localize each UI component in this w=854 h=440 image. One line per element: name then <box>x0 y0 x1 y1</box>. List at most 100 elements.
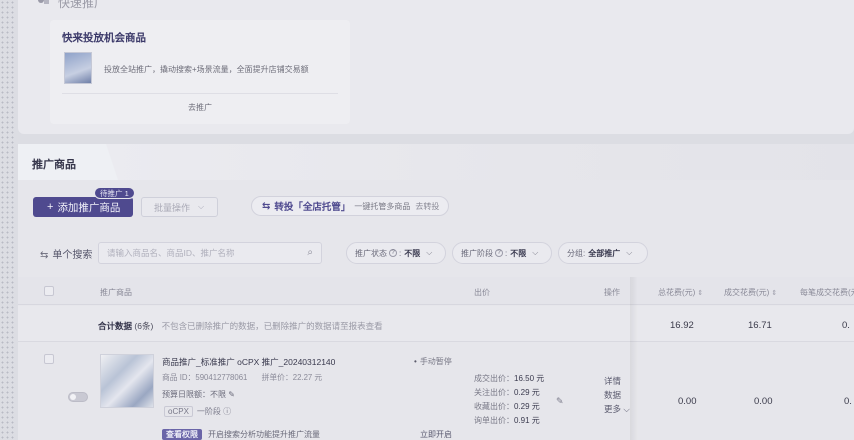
status-filter-label: 推广状态 <box>355 248 387 258</box>
edit-bid-icon[interactable]: ✎ <box>556 396 564 407</box>
row-total-cost: 0.00 <box>678 396 697 407</box>
pending-badge: 待推广 1 <box>94 187 135 199</box>
row-operations: 详情 数据 更多 ⌵ <box>604 374 630 416</box>
bid-value: 0.91 元 <box>514 416 540 425</box>
pencil-icon[interactable]: ✎ <box>228 390 235 399</box>
status-label: • 手动暂停 <box>414 356 452 367</box>
bid-value: 0.29 元 <box>514 388 540 397</box>
search-mode-label: 单个搜索 <box>52 250 93 261</box>
transfer-go-link[interactable]: 去转投 <box>415 201 439 212</box>
chevron-down-icon: ⌵ <box>426 248 433 257</box>
transfer-text: 一键托管多商品 <box>354 201 411 211</box>
opportunity-card: 快来投放机会商品 投放全站推广，撬动搜索+场景流量，全面提升店铺交易额 去推广 <box>50 20 350 124</box>
op-more-menu[interactable]: 更多 ⌵ <box>604 402 630 416</box>
tab-promoted-products[interactable]: 推广商品 <box>32 156 76 172</box>
opportunity-description: 投放全站推广，撬动搜索+场景流量，全面提升店铺交易额 <box>104 65 309 74</box>
add-product-button[interactable]: + 添加推广商品 <box>33 197 133 217</box>
bid-value: 0.29 元 <box>514 402 540 411</box>
product-name[interactable]: 商品推广_标准推广 oCPX 推广_20240312140 <box>162 356 335 368</box>
summary-count: (6条) <box>134 321 154 331</box>
summary-deal-cost: 16.71 <box>748 320 772 331</box>
chevron-down-icon: ⌵ <box>623 404 630 414</box>
divider <box>62 93 338 94</box>
col-deal-cost-label: 成交花费(元) <box>724 288 770 297</box>
bid-label: 收藏出价： <box>474 402 514 411</box>
col-per-cost[interactable]: 每笔成交花费(元)⇕ <box>800 287 854 298</box>
summary-total-cost: 16.92 <box>670 320 694 331</box>
add-product-label: 添加推广商品 <box>57 201 121 214</box>
card-title: 快速推广 <box>58 0 107 10</box>
summary-label: 合计数据 (6条) 不包含已删除推广的数据，已删除推广的数据请至报表查看 <box>98 320 383 332</box>
banner-go-link[interactable]: 立即开启 <box>420 429 452 440</box>
row-deal-cost: 0.00 <box>754 396 773 407</box>
table-row: 商品推广_标准推广 oCPX 推广_20240312140 • 手动暂停 商品 I… <box>18 342 854 440</box>
product-price: 拼单价：22.27 元 <box>261 373 323 382</box>
opportunity-title: 快来投放机会商品 <box>62 32 146 44</box>
sort-icon: ⇕ <box>771 290 778 297</box>
op-data-link[interactable]: 数据 <box>604 388 630 402</box>
help-icon: ? <box>495 249 503 257</box>
chevron-down-icon: ⌵ <box>626 248 633 257</box>
page-background-pattern <box>0 0 16 440</box>
product-id: 商品 ID：590412778061 <box>162 373 248 382</box>
status-filter[interactable]: 推广状态?: 不限 ⌵ <box>346 242 446 264</box>
bid-label: 询单出价： <box>474 416 514 425</box>
status-filter-value: 不限 <box>404 248 421 258</box>
stage-filter[interactable]: 推广阶段?: 不限 ⌵ <box>452 242 552 264</box>
batch-operation-select[interactable]: 批量操作 ⌵ <box>141 197 218 217</box>
status-dot-icon: • <box>414 357 417 366</box>
col-per-cost-label: 每笔成交花费(元) <box>800 288 854 297</box>
bid-label: 关注出价： <box>474 388 514 397</box>
group-filter[interactable]: 分组: 全部推广 ⌵ <box>558 242 648 264</box>
bid-item: 收藏出价：0.29 元 <box>474 400 544 414</box>
transfer-to-store-hosting[interactable]: ⇆ 转投「全店托管」 一键托管多商品 去转投 <box>251 196 449 216</box>
group-filter-value: 全部推广 <box>588 248 621 258</box>
promo-banner: 查看权限 开启搜索分析功能提升推广流量 立即开启 <box>162 428 452 440</box>
summary-note: 不包含已删除推广的数据，已删除推广的数据请至报表查看 <box>161 321 383 331</box>
sort-icon: ⇕ <box>697 290 704 297</box>
select-all-checkbox[interactable] <box>44 286 54 296</box>
promoted-products-panel: 推广商品 + 添加推广商品 待推广 1 批量操作 ⌵ ⇆ 转投「全店托管」 一键… <box>18 144 854 440</box>
col-total-cost[interactable]: 总花费(元) ⇕ <box>658 287 703 298</box>
promotion-toggle[interactable] <box>68 392 88 402</box>
chevron-down-icon: ⌵ <box>198 202 205 211</box>
plus-icon: + <box>47 201 54 213</box>
ocpx-stage: oCPX 一阶段 ⓘ <box>164 406 231 417</box>
op-more-label: 更多 <box>604 404 622 414</box>
ocpx-stage-text: 一阶段 <box>196 407 221 416</box>
status-text: 手动暂停 <box>419 357 452 366</box>
top-promotion-card: 快速推广 快来投放机会商品 投放全站推广，撬动搜索+场景流量，全面提升店铺交易额… <box>18 0 854 134</box>
chevron-down-icon: ⌵ <box>532 248 539 257</box>
swap-icon: ⇆ <box>262 200 271 212</box>
bid-item: 成交出价：16.50 元 <box>474 372 544 386</box>
bid-list: 成交出价：16.50 元 关注出价：0.29 元 收藏出价：0.29 元 询单出… <box>474 372 544 428</box>
col-product: 推广商品 <box>100 288 132 297</box>
go-promote-link[interactable]: 去推广 <box>50 102 350 113</box>
bid-item: 关注出价：0.29 元 <box>474 386 544 400</box>
row-checkbox[interactable] <box>44 354 54 364</box>
search-icon[interactable]: ⌕ <box>307 247 313 258</box>
bid-value: 16.50 元 <box>514 374 545 383</box>
op-details-link[interactable]: 详情 <box>604 374 630 388</box>
stage-filter-label: 推广阶段 <box>461 248 493 258</box>
group-filter-label: 分组: <box>567 248 586 258</box>
opportunity-image <box>64 52 92 84</box>
stage-filter-value: 不限 <box>510 248 527 258</box>
summary-per-cost: 0. <box>842 320 850 331</box>
tab-bar: 推广商品 <box>18 144 854 180</box>
product-image <box>100 354 154 408</box>
row-per-cost: 0. <box>844 396 852 407</box>
help-icon: ⓘ <box>223 407 232 416</box>
batch-label: 批量操作 <box>154 202 191 213</box>
bid-item: 询单出价：0.91 元 <box>474 414 544 428</box>
daily-budget: 预算日限额：不限 ✎ <box>162 389 235 400</box>
bid-label: 成交出价： <box>474 374 514 383</box>
search-input[interactable]: 请输入商品名、商品ID、推广名称 ⌕ <box>98 242 322 264</box>
summary-row: 合计数据 (6条) 不包含已删除推广的数据，已删除推广的数据请至报表查看 16.… <box>18 306 854 342</box>
ocpx-tag: oCPX <box>164 406 193 417</box>
filter-bar: ⇆ 单个搜索 请输入商品名、商品ID、推广名称 ⌕ 推广状态?: 不限 ⌵ 推广阶段?… <box>18 242 854 264</box>
col-deal-cost[interactable]: 成交花费(元) ⇕ <box>724 287 777 298</box>
banner-tag: 查看权限 <box>162 428 202 440</box>
user-icon <box>38 0 49 4</box>
search-mode-toggle[interactable]: ⇆ 单个搜索 <box>40 246 92 261</box>
